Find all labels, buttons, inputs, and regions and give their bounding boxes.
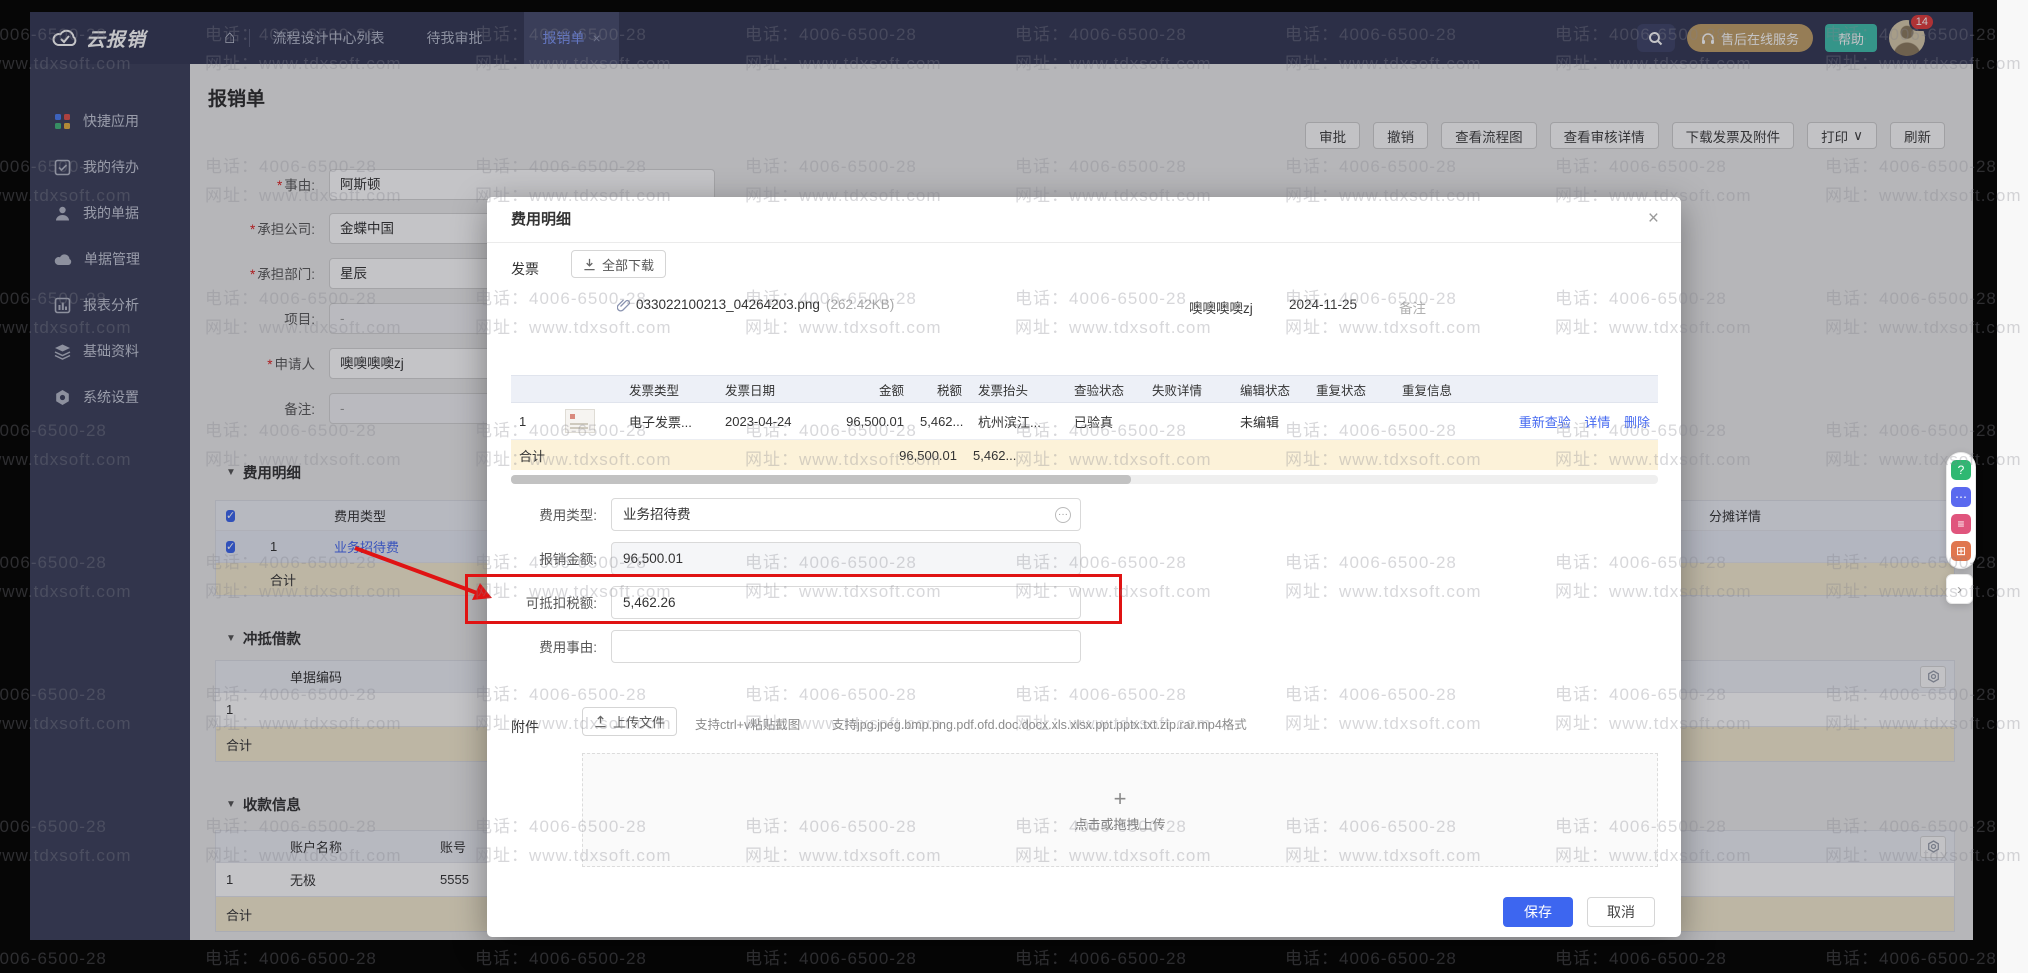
field-label: 报销金额: [505,548,597,568]
paperclip-icon [617,298,630,312]
download-icon [583,258,596,271]
modal-field-expense-type: 费用类型: 业务招待费 ··· [505,497,1081,531]
cancel-button[interactable]: 取消 [1587,897,1655,927]
header-invoice-date: 发票日期 [717,380,817,399]
attachment-note: 备注 [1399,297,1426,317]
invoice-table-header: 发票类型 发票日期 金额 税额 发票抬头 查验状态 失败详情 编辑状态 重复状态… [511,376,1658,403]
paste-hint: 支持ctrl+v粘贴截图 [695,714,800,733]
modal-field-expense-reason: 费用事由: [505,629,1081,663]
detail-link[interactable]: 详情 [1584,415,1610,430]
header-amount: 金额 [817,380,912,399]
invoice-type-cell: 电子发票... [621,412,717,431]
plus-icon: + [1114,788,1127,810]
save-button[interactable]: 保存 [1503,897,1573,927]
format-hint: 支持jpg.jpeg.bmp.png.pdf.ofd.doc.docx.xls.… [832,714,1247,733]
scrollbar-thumb[interactable] [511,475,1131,484]
download-all-label: 全部下载 [602,255,654,274]
verify-status-cell: 已验真 [1066,412,1144,431]
amount-cell: 96,500.01 [817,414,912,429]
total-tax: 5,462... [965,448,1023,463]
chat-float-icon[interactable]: ⋯ [1951,487,1971,507]
header-invoice-title: 发票抬头 [970,380,1066,399]
right-edge-strip [1997,0,2028,973]
invoice-table-row: 1 电子发票... 2023-04-24 96,500.01 5,462... … [511,403,1658,440]
modal-title: 费用明细 [511,197,571,243]
invoice-thumbnail[interactable] [565,409,595,433]
upload-file-button[interactable]: 上传文件 [582,707,677,736]
row-index: 1 [511,414,557,429]
download-all-button[interactable]: 全部下载 [571,250,666,278]
reimburse-amount-input: 96,500.01 [611,542,1081,575]
apps-float-icon[interactable]: ⊞ [1951,541,1971,561]
row-actions: 重新查验 详情 删除 [1494,412,1658,431]
survey-float-icon[interactable]: ≡ [1951,514,1971,534]
invoice-table: 发票类型 发票日期 金额 税额 发票抬头 查验状态 失败详情 编辑状态 重复状态… [511,375,1658,470]
expense-detail-modal: 费用明细 × 发票 全部下载 033022100213_04264203.png… [487,197,1681,937]
horizontal-scrollbar[interactable] [511,475,1658,484]
edit-status-cell: 未编辑 [1232,412,1308,431]
expense-reason-input[interactable] [611,630,1081,663]
collapse-chevron-tab[interactable]: › [1946,574,1973,604]
header-verify-status: 查验状态 [1066,380,1144,399]
upload-file-label: 上传文件 [613,712,665,731]
header-dup-status: 重复状态 [1308,380,1394,399]
total-amount: 96,500.01 [870,448,965,463]
invoice-date-cell: 2023-04-24 [717,414,817,429]
header-fail-detail: 失败详情 [1144,380,1232,399]
expense-type-value: 业务招待费 [623,507,691,522]
screenshot-frame: 云报销 ⌂ 流程设计中心列表 待我审批 报销单 × 售后在线服务 [0,0,2028,973]
header-edit-status: 编辑状态 [1232,380,1308,399]
modal-header: 费用明细 × [487,197,1681,243]
upload-icon [594,715,607,728]
attachment-label: 附件 [511,717,539,737]
attachment-date: 2024-11-25 [1289,297,1357,312]
attachment-size: (262.42KB) [826,297,894,312]
invoice-thumbnail-cell [557,409,621,433]
attachment-filename[interactable]: 033022100213_04264203.png [636,297,820,312]
modal-field-deductible-tax: 可抵扣税额: 5,462.26 [505,585,1081,619]
header-invoice-type: 发票类型 [621,380,717,399]
header-dup-info: 重复信息 [1394,380,1494,399]
dropzone-text: 点击或拖拽上传 [1074,814,1165,833]
tax-cell: 5,462... [912,414,970,429]
field-label: 费用事由: [505,636,597,656]
invoice-title-cell: 杭州滨江... [970,412,1066,431]
delete-link[interactable]: 删除 [1624,415,1650,430]
expense-type-input[interactable]: 业务招待费 ··· [611,498,1081,531]
field-label: 费用类型: [505,504,597,524]
attachment-row[interactable]: 033022100213_04264203.png (262.42KB) [617,297,894,312]
total-label: 合计 [511,446,621,465]
modal-field-reimburse-amount: 报销金额: 96,500.01 [505,541,1081,575]
invoice-label: 发票 [511,259,539,279]
modal-close-icon[interactable]: × [1648,197,1659,241]
attachment-user: 噢噢噢噢zj [1189,297,1253,317]
floating-helper-panel: ? ⋯ ≡ ⊞ [1946,452,1976,569]
upload-dropzone[interactable]: + 点击或拖拽上传 [582,753,1658,867]
help-float-icon[interactable]: ? [1951,460,1971,480]
invoice-table-total-row: 合计 96,500.01 5,462... [511,440,1658,470]
header-tax: 税额 [912,380,970,399]
more-options-icon[interactable]: ··· [1055,507,1071,523]
field-label: 可抵扣税额: [505,592,597,612]
deductible-tax-input[interactable]: 5,462.26 [611,586,1081,619]
recheck-link[interactable]: 重新查验 [1519,415,1571,430]
